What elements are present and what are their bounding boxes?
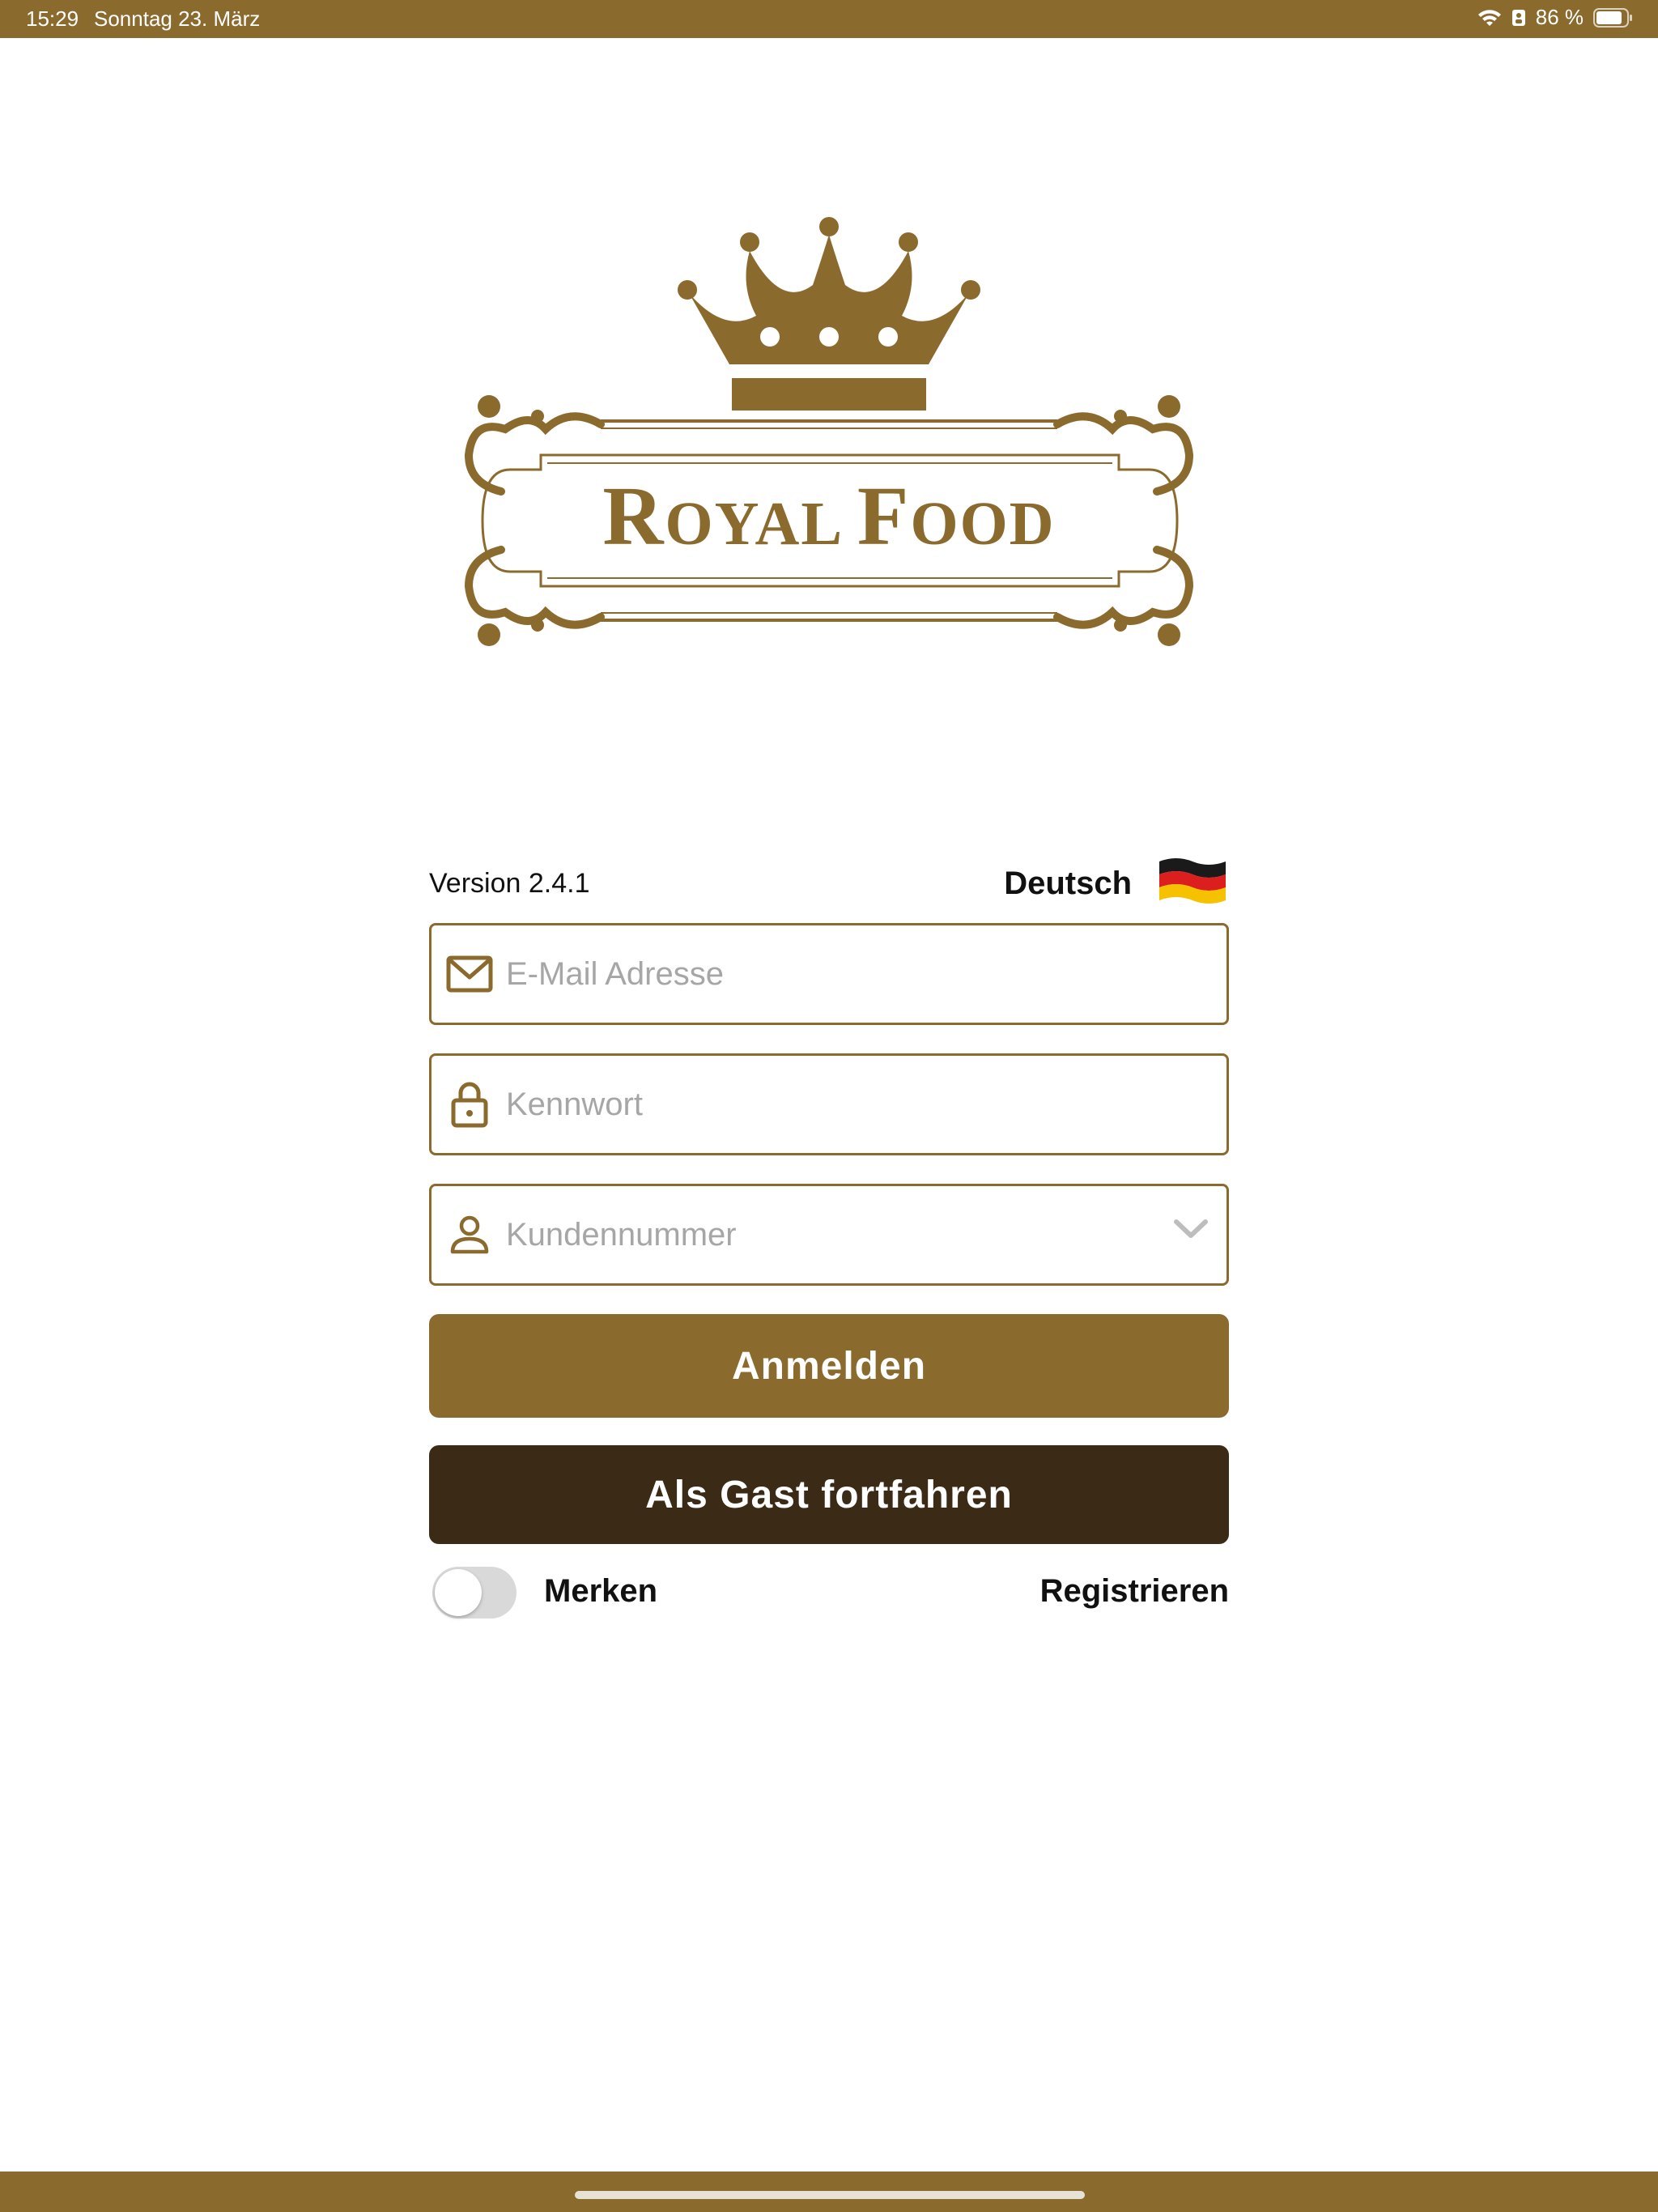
german-flag-icon — [1156, 855, 1229, 912]
remember-toggle[interactable] — [432, 1567, 517, 1619]
wifi-icon — [1477, 8, 1502, 28]
chevron-down-icon[interactable] — [1173, 1219, 1209, 1243]
form-header: Version 2.4.1 Deutsch — [429, 850, 1229, 923]
customer-number-input[interactable] — [506, 1186, 1226, 1283]
form-footer: Merken Registrieren — [429, 1559, 1229, 1631]
guest-button[interactable]: Als Gast fortfahren — [429, 1445, 1229, 1544]
focus-mode-icon — [1511, 8, 1526, 28]
version-label: Version 2.4.1 — [429, 868, 590, 899]
home-indicator[interactable] — [575, 2191, 1085, 2199]
royal-food-logo: ROYAL FOOD — [457, 212, 1201, 666]
register-link[interactable]: Registrieren — [1040, 1573, 1229, 1610]
email-field[interactable] — [429, 923, 1229, 1025]
crown-icon — [678, 217, 980, 410]
language-label: Deutsch — [1004, 865, 1132, 901]
status-bar: 15:29 Sonntag 23. März 86 % — [0, 0, 1658, 38]
person-icon — [446, 1211, 493, 1258]
envelope-icon — [446, 951, 493, 998]
login-button[interactable]: Anmelden — [429, 1314, 1229, 1418]
bottom-bar — [0, 2172, 1658, 2212]
lock-icon — [446, 1081, 493, 1128]
email-input[interactable] — [506, 925, 1226, 1023]
status-date: Sonntag 23. März — [94, 6, 261, 31]
customer-number-field[interactable] — [429, 1184, 1229, 1286]
language-selector[interactable]: Deutsch — [1004, 855, 1229, 912]
status-time: 15:29 — [26, 6, 79, 31]
battery-icon — [1593, 7, 1634, 28]
password-field[interactable] — [429, 1053, 1229, 1155]
status-indicators: 86 % — [1477, 5, 1634, 30]
login-form: Version 2.4.1 Deutsch E-Mail Adresse Kun… — [429, 850, 1229, 1631]
remember-label: Merken — [544, 1573, 658, 1609]
brand-text: ROYAL FOOD — [602, 470, 1055, 563]
password-input[interactable] — [506, 1056, 1226, 1153]
toggle-knob — [435, 1569, 482, 1616]
battery-percent: 86 % — [1535, 5, 1584, 29]
